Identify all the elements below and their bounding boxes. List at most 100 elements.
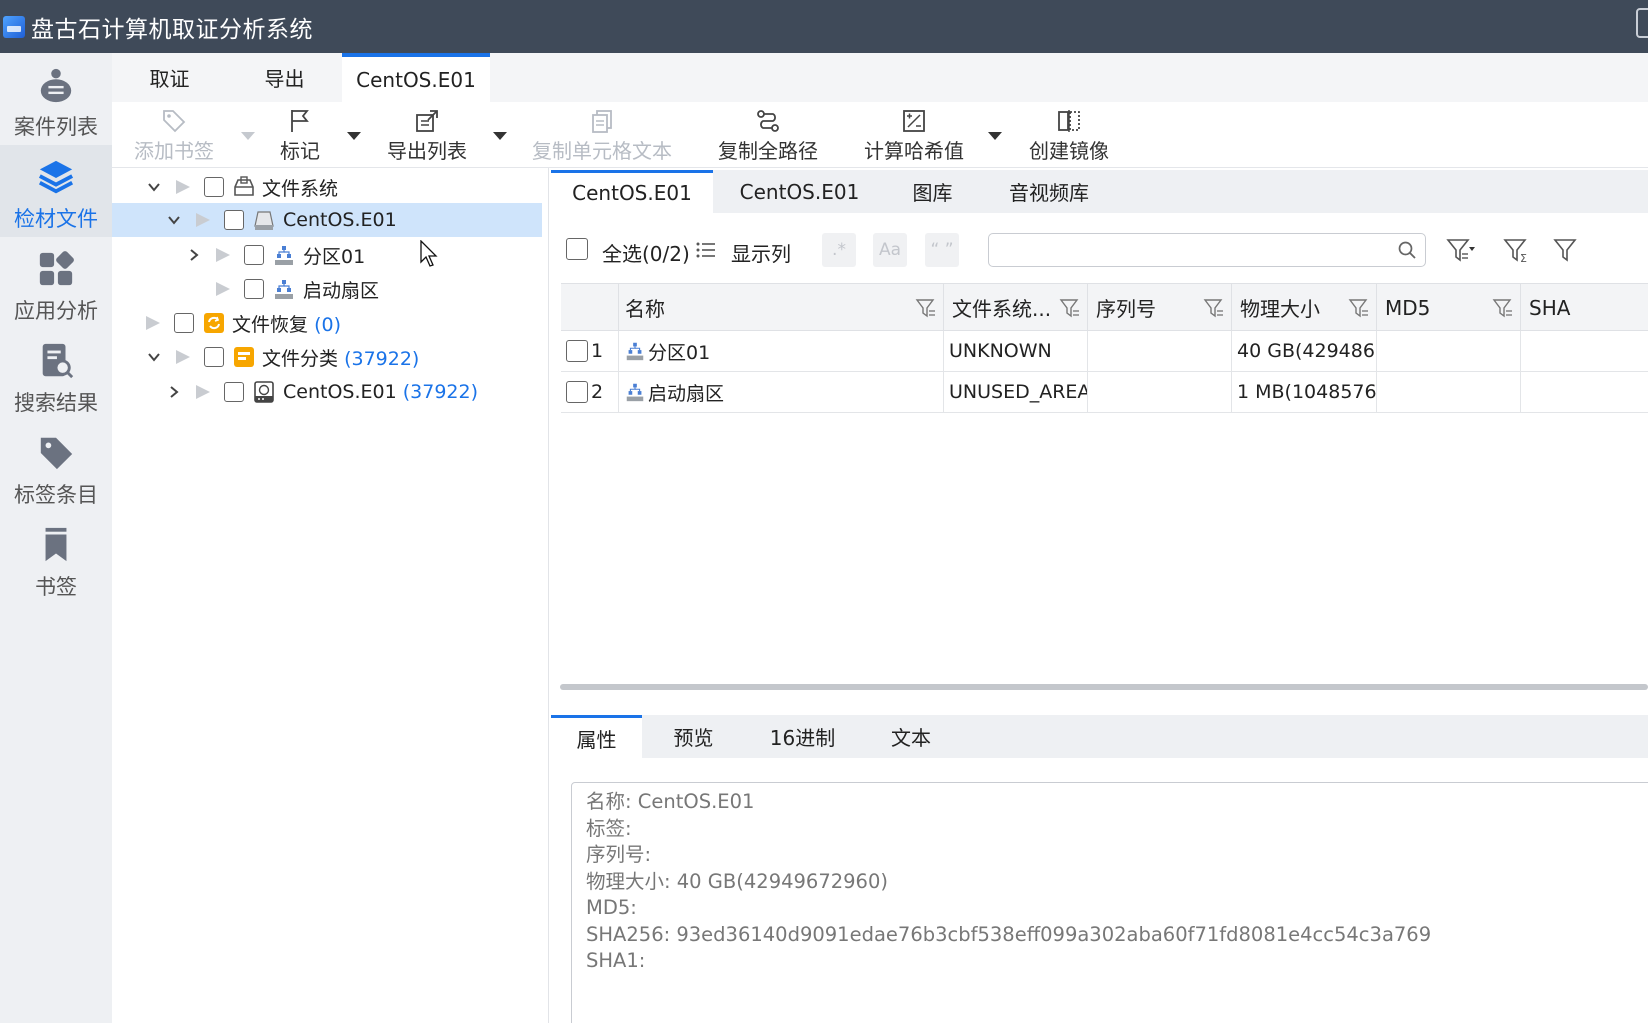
- tree-node-filesystem[interactable]: 文件系统: [112, 170, 542, 204]
- cell-serial: [1088, 331, 1232, 371]
- partition-icon: [272, 277, 296, 301]
- properties-panel[interactable]: 名称: CentOS.E01 标签: 序列号: 物理大小: 40 GB(4294…: [571, 782, 1648, 1023]
- flag-marker-icon: [216, 248, 230, 262]
- export-list-dropdown[interactable]: [493, 132, 507, 140]
- nav-item-evidence-files[interactable]: 检材文件: [0, 145, 112, 237]
- tab-content-centos-e01[interactable]: CentOS.E01: [551, 170, 713, 213]
- detail-tab-bar: 属性 预览 16进制 文本: [551, 715, 1648, 758]
- nav-item-case-list[interactable]: 案件列表: [0, 53, 112, 145]
- tab-gallery[interactable]: 图库: [886, 170, 979, 213]
- tree-node-file-classification[interactable]: 文件分类 (37922): [112, 340, 542, 374]
- tree-checkbox[interactable]: [224, 382, 244, 402]
- cell-name: 启动扇区: [619, 372, 944, 412]
- tab-centos-e01[interactable]: CentOS.E01: [342, 53, 490, 102]
- tag-icon: [36, 433, 76, 473]
- horizontal-scrollbar[interactable]: [560, 684, 1648, 690]
- chevron-down-icon[interactable]: [167, 213, 181, 227]
- tab-content-centos-e01-2[interactable]: CentOS.E01: [713, 170, 886, 213]
- match-case-toggle-button[interactable]: Aa: [873, 233, 907, 267]
- copy-cell-text-button[interactable]: 复制单元格文本: [532, 108, 672, 164]
- case-list-icon: [36, 65, 76, 105]
- grid-header-serial[interactable]: 序列号: [1088, 284, 1232, 331]
- nav-label-bookmarks: 书签: [35, 575, 77, 599]
- property-md5: MD5:: [586, 896, 637, 919]
- row-checkbox[interactable]: [566, 340, 588, 362]
- grid-header-md5[interactable]: MD5: [1377, 284, 1521, 331]
- show-columns-button[interactable]: 显示列: [731, 238, 791, 267]
- calculator-icon: [900, 108, 928, 134]
- nav-item-bookmarks[interactable]: 书签: [0, 513, 112, 605]
- tree-node-partition01[interactable]: 分区01: [112, 238, 542, 272]
- column-filter-icon[interactable]: [915, 297, 937, 319]
- column-filter-icon[interactable]: [1348, 297, 1370, 319]
- grid-header-name[interactable]: 名称: [619, 284, 944, 331]
- nav-label-tagged-items: 标签条目: [14, 483, 98, 507]
- mark-dropdown[interactable]: [347, 132, 361, 140]
- chevron-right-icon[interactable]: [187, 248, 201, 262]
- grid-header-filesystem[interactable]: 文件系统...: [944, 284, 1088, 331]
- add-bookmark-dropdown[interactable]: [241, 132, 255, 140]
- grid-header-physical-size[interactable]: 物理大小: [1232, 284, 1377, 331]
- grid-header-sha[interactable]: SHA: [1521, 284, 1648, 331]
- nav-item-tagged-items[interactable]: 标签条目: [0, 421, 112, 513]
- filter-dropdown-icon[interactable]: [1446, 235, 1476, 265]
- select-all-checkbox[interactable]: [566, 238, 588, 260]
- tree-node-label: 文件分类 (37922): [262, 347, 420, 370]
- chevron-down-icon[interactable]: [147, 180, 161, 194]
- create-image-button[interactable]: 创建镜像: [1029, 108, 1109, 164]
- tree-node-boot-sector[interactable]: 启动扇区: [112, 272, 542, 306]
- tree-checkbox[interactable]: [244, 279, 264, 299]
- tree-node-centos-e01-classified[interactable]: CentOS.E01 (37922): [112, 375, 542, 409]
- search-input[interactable]: [988, 233, 1426, 267]
- chevron-right-icon[interactable]: [167, 385, 181, 399]
- table-row[interactable]: 2 启动扇区 UNUSED_AREA 1 MB(1048576): [561, 372, 1648, 413]
- tab-export[interactable]: 导出: [227, 53, 342, 102]
- tree-node-file-recovery[interactable]: 文件恢复 (0): [112, 306, 542, 340]
- table-row[interactable]: 1 分区01 UNKNOWN 40 GB(429486...: [561, 331, 1648, 372]
- tree-checkbox[interactable]: [244, 245, 264, 265]
- tree-node-label: 文件系统: [262, 177, 339, 200]
- tab-media-library[interactable]: 音视频库: [979, 170, 1119, 213]
- content-tab-bar: CentOS.E01 CentOS.E01 图库 音视频库: [551, 170, 1648, 213]
- tab-forensics[interactable]: 取证: [112, 53, 227, 102]
- tab-properties[interactable]: 属性: [551, 715, 642, 758]
- exact-match-toggle-button[interactable]: “ ”: [925, 233, 959, 267]
- tab-text[interactable]: 文本: [860, 715, 962, 758]
- tree-checkbox[interactable]: [224, 210, 244, 230]
- search-doc-icon: [36, 341, 76, 381]
- row-checkbox[interactable]: [566, 381, 588, 403]
- export-list-button[interactable]: 导出列表: [387, 108, 467, 164]
- partition-icon: [626, 383, 644, 402]
- property-name: 名称: CentOS.E01: [586, 790, 755, 813]
- mark-button[interactable]: 标记: [280, 108, 320, 164]
- calc-hash-dropdown[interactable]: [988, 132, 1002, 140]
- tab-preview[interactable]: 预览: [642, 715, 745, 758]
- tree-node-centos-e01[interactable]: CentOS.E01: [112, 203, 542, 237]
- flag-marker-icon: [216, 282, 230, 296]
- app-title: 盘古石计算机取证分析系统: [31, 16, 313, 43]
- copy-full-path-button[interactable]: 复制全路径: [718, 108, 818, 164]
- evidence-tree: 文件系统 CentOS.E01 分区01 启动扇区 文件恢复 (0) 文件分类 …: [112, 168, 549, 1023]
- regex-toggle-button[interactable]: .*: [822, 233, 856, 267]
- nav-item-app-analysis[interactable]: 应用分析: [0, 237, 112, 329]
- disk-drive-icon: [252, 208, 276, 232]
- tree-checkbox[interactable]: [204, 347, 224, 367]
- column-filter-icon[interactable]: [1203, 297, 1225, 319]
- filesystem-icon: [232, 175, 256, 199]
- flag-marker-icon: [176, 350, 190, 364]
- search-icon: [1398, 241, 1416, 259]
- tree-checkbox[interactable]: [174, 313, 194, 333]
- tree-checkbox[interactable]: [204, 177, 224, 197]
- add-bookmark-button[interactable]: 添加书签: [134, 108, 214, 164]
- calc-hash-button[interactable]: 计算哈希值: [864, 108, 964, 164]
- tab-hex[interactable]: 16进制: [745, 715, 860, 758]
- filter-clear-icon[interactable]: [1553, 235, 1583, 265]
- chevron-down-icon[interactable]: [147, 350, 161, 364]
- filter-sum-icon[interactable]: Σ: [1503, 235, 1533, 265]
- column-filter-icon[interactable]: [1492, 297, 1514, 319]
- nav-item-search-results[interactable]: 搜索结果: [0, 329, 112, 421]
- cell-physical-size: 40 GB(429486...: [1232, 331, 1377, 371]
- flag-marker-icon: [196, 385, 210, 399]
- window-control-button[interactable]: [1636, 8, 1648, 38]
- column-filter-icon[interactable]: [1059, 297, 1081, 319]
